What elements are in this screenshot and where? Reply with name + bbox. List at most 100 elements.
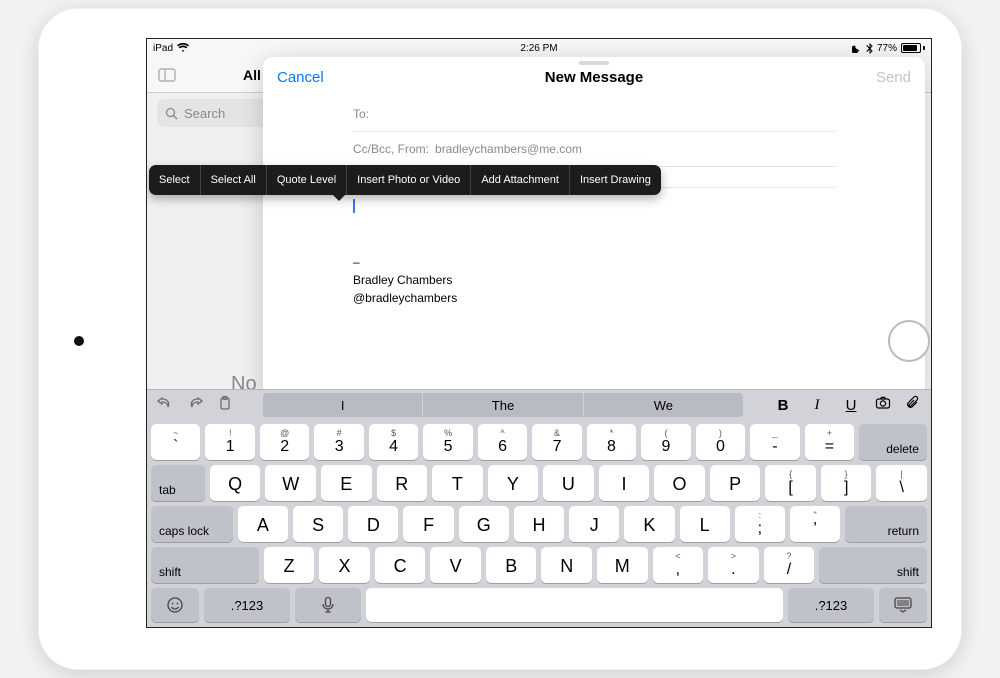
- ccbcc-label: Cc/Bcc, From:: [353, 142, 429, 156]
- key-.[interactable]: >.: [708, 547, 759, 583]
- menu-select[interactable]: Select: [149, 165, 201, 195]
- undo-icon[interactable]: [157, 395, 173, 416]
- key-0[interactable]: )0: [696, 424, 745, 460]
- key--[interactable]: _-: [750, 424, 799, 460]
- ccbcc-from-field[interactable]: Cc/Bcc, From: bradleychambers@me.com: [353, 132, 835, 167]
- camera-icon[interactable]: [875, 395, 891, 416]
- key-,[interactable]: <,: [653, 547, 704, 583]
- key-/[interactable]: ?/: [764, 547, 815, 583]
- key-F[interactable]: F: [403, 506, 453, 542]
- suggestion-1[interactable]: I: [263, 393, 422, 417]
- key-W[interactable]: W: [265, 465, 316, 501]
- key-E[interactable]: E: [321, 465, 372, 501]
- key-return[interactable]: return: [845, 506, 927, 542]
- suggestion-3[interactable]: We: [584, 393, 743, 417]
- text-cursor: [353, 199, 355, 213]
- key-tab[interactable]: tab: [151, 465, 205, 501]
- key-'[interactable]: "': [790, 506, 840, 542]
- italic-button[interactable]: I: [807, 397, 827, 414]
- key-N[interactable]: N: [541, 547, 592, 583]
- redo-icon[interactable]: [187, 395, 203, 416]
- numeric-key-left[interactable]: .?123: [204, 588, 290, 622]
- key-L[interactable]: L: [680, 506, 730, 542]
- key-A[interactable]: A: [238, 506, 288, 542]
- menu-insert-drawing[interactable]: Insert Drawing: [570, 165, 661, 195]
- key-X[interactable]: X: [319, 547, 370, 583]
- key-R[interactable]: R: [377, 465, 428, 501]
- key-=[interactable]: +=: [805, 424, 854, 460]
- to-field[interactable]: To:: [353, 97, 835, 132]
- key-[[interactable]: {[: [765, 465, 816, 501]
- key-caps-lock[interactable]: caps lock: [151, 506, 233, 542]
- key-\[interactable]: |\: [876, 465, 927, 501]
- key-K[interactable]: K: [624, 506, 674, 542]
- key-T[interactable]: T: [432, 465, 483, 501]
- key-3[interactable]: #3: [314, 424, 363, 460]
- key-M[interactable]: M: [597, 547, 648, 583]
- key-`[interactable]: ~`: [151, 424, 200, 460]
- key-1[interactable]: !1: [205, 424, 254, 460]
- signature-name: Bradley Chambers: [353, 271, 835, 289]
- key-Y[interactable]: Y: [488, 465, 539, 501]
- keyboard: I The We B I U ~`!1@2#3$4%5^6&7*8(9)0_-+…: [147, 389, 931, 627]
- dictation-key[interactable]: [295, 588, 361, 622]
- suggestion-2[interactable]: The: [423, 393, 582, 417]
- key-Z[interactable]: Z: [264, 547, 315, 583]
- spacebar[interactable]: [366, 588, 783, 622]
- ipad-home-button[interactable]: [888, 320, 930, 362]
- keyboard-row-5: .?123 .?123: [151, 588, 927, 622]
- menu-quote-level[interactable]: Quote Level: [267, 165, 347, 195]
- key-P[interactable]: P: [710, 465, 761, 501]
- bold-button[interactable]: B: [773, 397, 793, 414]
- search-icon: [165, 107, 178, 120]
- key-G[interactable]: G: [459, 506, 509, 542]
- key-;[interactable]: :;: [735, 506, 785, 542]
- underline-button[interactable]: U: [841, 397, 861, 414]
- key-2[interactable]: @2: [260, 424, 309, 460]
- sidebar-toggle-icon[interactable]: [157, 65, 177, 85]
- menu-select-all[interactable]: Select All: [201, 165, 267, 195]
- emoji-key[interactable]: [151, 588, 199, 622]
- key-6[interactable]: ^6: [478, 424, 527, 460]
- key-O[interactable]: O: [654, 465, 705, 501]
- key-U[interactable]: U: [543, 465, 594, 501]
- message-body[interactable]: – Bradley Chambers @bradleychambers: [263, 188, 925, 307]
- key-B[interactable]: B: [486, 547, 537, 583]
- to-label: To:: [353, 107, 369, 121]
- key-D[interactable]: D: [348, 506, 398, 542]
- dismiss-keyboard-key[interactable]: [879, 588, 927, 622]
- key-C[interactable]: C: [375, 547, 426, 583]
- keyboard-row-3: caps lockASDFGHJKL:;"'return: [151, 506, 927, 542]
- key-delete[interactable]: delete: [859, 424, 927, 460]
- key-][interactable]: }]: [821, 465, 872, 501]
- attachment-icon[interactable]: [905, 395, 921, 416]
- ipad-camera: [74, 336, 84, 346]
- clipboard-icon[interactable]: [217, 395, 233, 416]
- key-H[interactable]: H: [514, 506, 564, 542]
- key-shift[interactable]: shift: [819, 547, 927, 583]
- keyboard-row-2: tabQWERTYUIOP{[}]|\: [151, 465, 927, 501]
- status-time: 2:26 PM: [147, 43, 931, 54]
- keyboard-shortcut-bar: I The We B I U: [147, 390, 931, 420]
- key-7[interactable]: &7: [532, 424, 581, 460]
- key-shift[interactable]: shift: [151, 547, 259, 583]
- compose-modal: Cancel New Message Send To: Cc/Bcc, From…: [263, 57, 925, 397]
- key-Q[interactable]: Q: [210, 465, 261, 501]
- edit-menu: Select Select All Quote Level Insert Pho…: [149, 165, 661, 195]
- screen: iPad 2:26 PM 77%: [146, 38, 932, 628]
- keyboard-row-1: ~`!1@2#3$4%5^6&7*8(9)0_-+=delete: [151, 424, 927, 460]
- key-5[interactable]: %5: [423, 424, 472, 460]
- key-8[interactable]: *8: [587, 424, 636, 460]
- numeric-key-right[interactable]: .?123: [788, 588, 874, 622]
- signature-handle: @bradleychambers: [353, 289, 835, 307]
- key-9[interactable]: (9: [641, 424, 690, 460]
- from-email: bradleychambers@me.com: [435, 142, 582, 156]
- menu-add-attachment[interactable]: Add Attachment: [471, 165, 570, 195]
- key-S[interactable]: S: [293, 506, 343, 542]
- menu-insert-photo-video[interactable]: Insert Photo or Video: [347, 165, 471, 195]
- key-I[interactable]: I: [599, 465, 650, 501]
- key-V[interactable]: V: [430, 547, 481, 583]
- keyboard-row-4: shiftZXCVBNM<,>.?/shift: [151, 547, 927, 583]
- key-4[interactable]: $4: [369, 424, 418, 460]
- key-J[interactable]: J: [569, 506, 619, 542]
